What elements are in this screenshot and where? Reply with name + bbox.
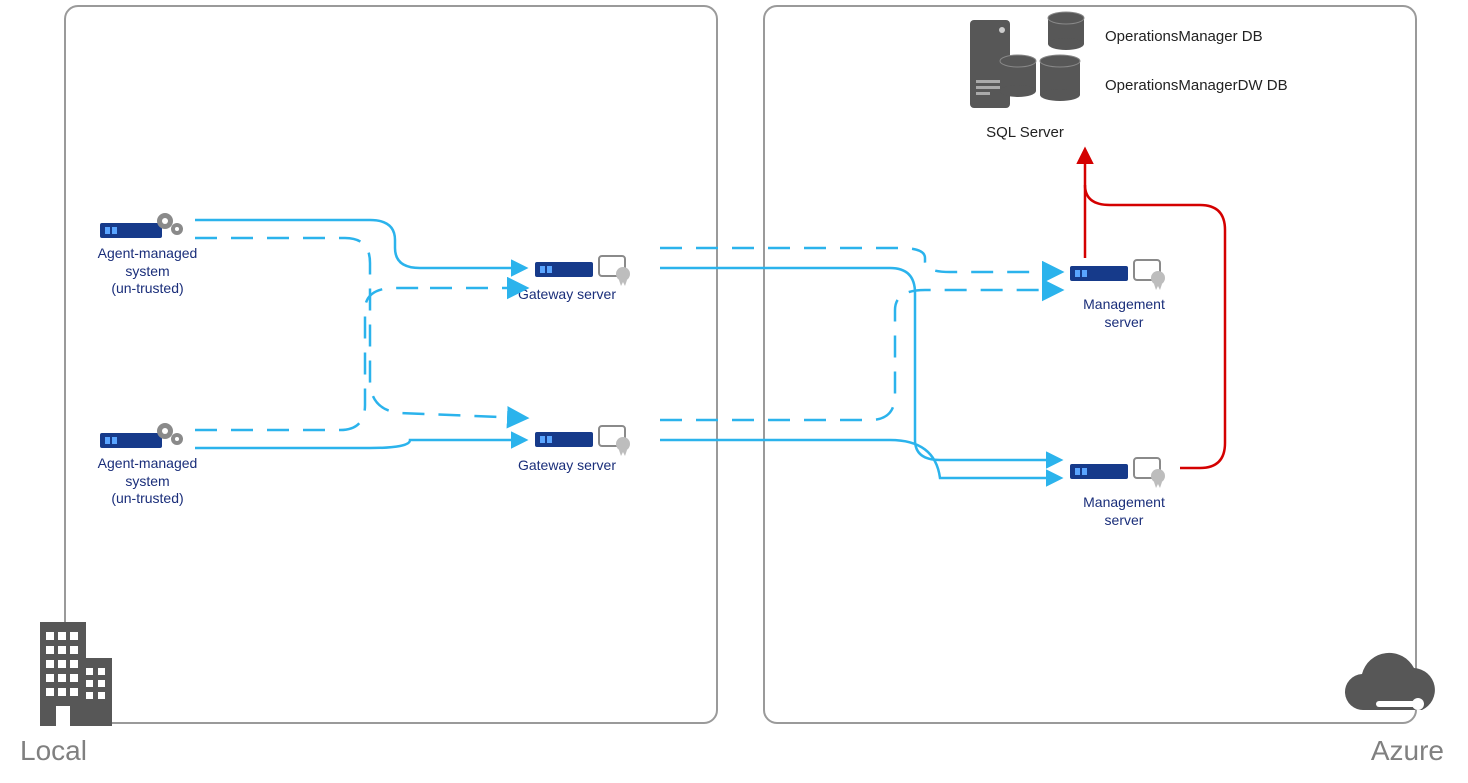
agent2-label: Agent-managed system (un-trusted) [85,455,210,508]
mgmt2-label: Management server [1064,494,1184,529]
gateway2-label: Gateway server [512,457,622,475]
db2-label: OperationsManagerDW DB [1105,77,1288,94]
gateway1-label: Gateway server [512,286,622,304]
zone-local-label: Local [20,735,87,767]
agent1-label: Agent-managed system (un-trusted) [85,245,210,298]
db1-label: OperationsManager DB [1105,28,1263,45]
zone-azure [763,5,1417,724]
zone-local [64,5,718,724]
mgmt1-label: Management server [1064,296,1184,331]
zone-azure-label: Azure [1371,735,1444,767]
sql-server-label: SQL Server [980,124,1070,141]
